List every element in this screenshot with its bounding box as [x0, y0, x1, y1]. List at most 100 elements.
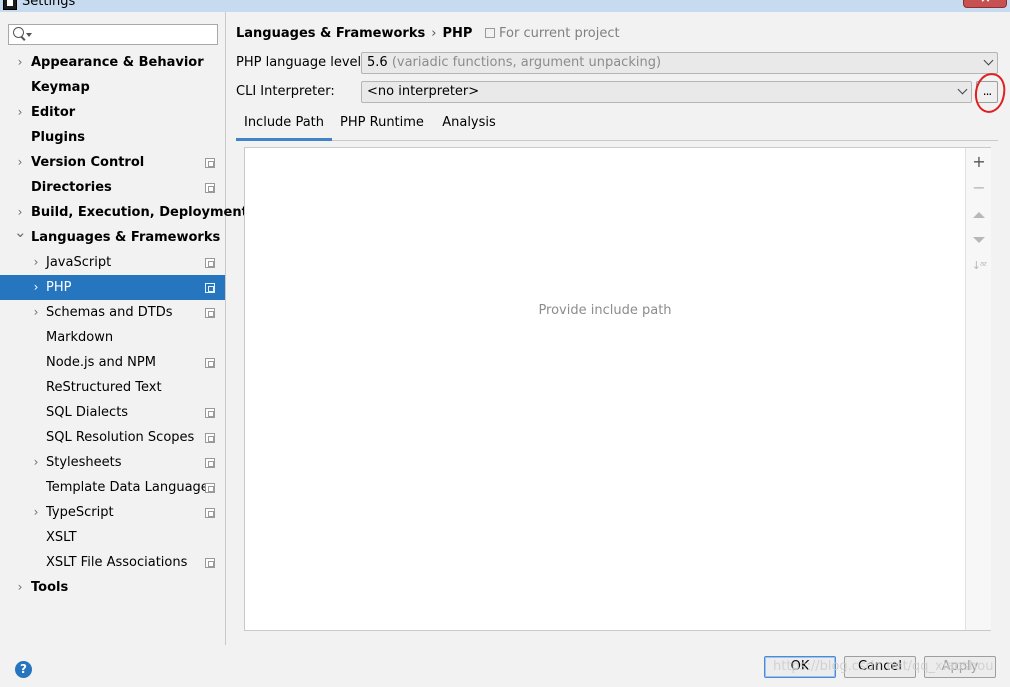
- sidebar-item-label: Schemas and DTDs: [46, 305, 173, 320]
- dialog-footer: ? OK Cancel Apply https://blog.csdn.net/…: [0, 645, 1010, 687]
- settings-sidebar: › Appearance & Behavior Keymap › Editor Plugi…: [0, 12, 248, 645]
- sidebar-item-xslt-file-associations[interactable]: XSLT File Associations: [0, 550, 225, 575]
- sidebar-item-directories[interactable]: Directories: [0, 175, 225, 200]
- sidebar-item-label: XSLT: [46, 530, 77, 545]
- chevron-right-icon[interactable]: ›: [30, 275, 42, 300]
- search-input[interactable]: [35, 26, 215, 43]
- breadcrumb-parent: Languages & Frameworks: [236, 26, 426, 41]
- cli-interpreter-select[interactable]: <no interpreter>: [361, 81, 972, 103]
- sidebar-item-editor[interactable]: › Editor: [0, 100, 225, 125]
- include-path-toolbar: + − ↓ᵃᶻ: [965, 148, 991, 630]
- sidebar-item-schemas-and-dtds[interactable]: › Schemas and DTDs: [0, 300, 225, 325]
- window-title: Settings: [22, 0, 76, 9]
- chevron-right-icon[interactable]: ›: [30, 450, 42, 475]
- sidebar-item-keymap[interactable]: Keymap: [0, 75, 225, 100]
- move-down-icon[interactable]: [966, 227, 992, 251]
- sidebar-item-label: JavaScript: [46, 255, 112, 270]
- breadcrumb-current: PHP: [442, 26, 473, 41]
- sidebar-item-label: PHP: [46, 280, 72, 295]
- sidebar-item-plugins[interactable]: Plugins: [0, 125, 225, 150]
- sidebar-item-label: Template Data Languages: [46, 480, 216, 495]
- chevron-down-icon: [957, 84, 968, 95]
- app-icon: [3, 0, 17, 10]
- sidebar-item-label: Markdown: [46, 330, 114, 345]
- window-close-button[interactable]: [963, 0, 1007, 8]
- chevron-right-icon[interactable]: ›: [30, 500, 42, 525]
- chevron-right-icon[interactable]: ›: [14, 200, 26, 225]
- project-scope-icon: [205, 258, 215, 268]
- sidebar-item-build-execution-deployment[interactable]: › Build, Execution, Deployment: [0, 200, 248, 225]
- search-icon: [13, 27, 24, 38]
- sort-icon[interactable]: ↓ᵃᶻ: [966, 252, 992, 276]
- chevron-right-icon[interactable]: ›: [14, 150, 26, 175]
- chevron-right-icon[interactable]: ›: [14, 575, 26, 600]
- chevron-right-icon[interactable]: ›: [30, 250, 42, 275]
- sidebar-item-xslt[interactable]: XSLT: [0, 525, 225, 550]
- chevron-right-icon[interactable]: ›: [14, 100, 26, 125]
- project-scope-icon: [205, 358, 215, 368]
- sidebar-item-label: Stylesheets: [46, 455, 122, 470]
- sidebar-item-typescript[interactable]: › TypeScript: [0, 500, 225, 525]
- tab-analysis[interactable]: Analysis: [440, 108, 498, 141]
- search-options-chevron-icon[interactable]: [26, 33, 32, 37]
- project-scope-icon: [205, 183, 215, 193]
- sidebar-item-php[interactable]: › PHP: [0, 275, 225, 300]
- project-scope-icon: [485, 28, 495, 38]
- sidebar-item-label: Version Control: [31, 155, 145, 170]
- sidebar-item-stylesheets[interactable]: › Stylesheets: [0, 450, 225, 475]
- project-scope-icon: [205, 283, 215, 293]
- php-language-level-hint: (variadic functions, argument unpacking): [391, 55, 662, 70]
- breadcrumb-separator: ›: [431, 26, 437, 41]
- sidebar-item-label: ReStructured Text: [46, 380, 162, 395]
- settings-search[interactable]: [8, 24, 218, 45]
- sidebar-item-node-js-and-npm[interactable]: Node.js and NPM: [0, 350, 225, 375]
- sidebar-item-label: XSLT File Associations: [46, 555, 188, 570]
- sidebar-item-label: Tools: [31, 580, 69, 595]
- sidebar-item-languages-frameworks[interactable]: ⌄ Languages & Frameworks: [0, 225, 225, 250]
- php-language-level-select[interactable]: 5.6 (variadic functions, argument unpack…: [361, 52, 998, 74]
- php-settings-page: Languages & Frameworks › PHP For current p…: [227, 12, 1010, 645]
- settings-tree: › Appearance & Behavior Keymap › Editor Plugi…: [0, 50, 248, 600]
- sidebar-item-label: Plugins: [31, 130, 85, 145]
- cli-interpreter-value: <no interpreter>: [367, 84, 480, 99]
- scope-hint-text: For current project: [499, 26, 620, 41]
- sidebar-item-appearance-behavior[interactable]: › Appearance & Behavior: [0, 50, 225, 75]
- sidebar-item-label: Build, Execution, Deployment: [31, 205, 248, 220]
- cli-interpreter-label: CLI Interpreter:: [236, 84, 335, 99]
- move-up-icon[interactable]: [966, 202, 992, 226]
- project-scope-icon: [205, 508, 215, 518]
- sidebar-item-label: Keymap: [31, 80, 90, 95]
- chevron-right-icon[interactable]: ›: [30, 300, 42, 325]
- sidebar-item-template-data-languages[interactable]: Template Data Languages: [0, 475, 225, 500]
- add-icon[interactable]: +: [966, 150, 992, 174]
- chevron-down-icon[interactable]: ⌄: [14, 225, 27, 250]
- sidebar-item-label: Directories: [31, 180, 112, 195]
- sidebar-item-javascript[interactable]: › JavaScript: [0, 250, 225, 275]
- tab-include-path[interactable]: Include Path: [236, 108, 332, 141]
- include-path-empty-text: Provide include path: [538, 303, 672, 318]
- sidebar-item-markdown[interactable]: Markdown: [0, 325, 225, 350]
- project-scope-icon: [205, 433, 215, 443]
- include-path-list[interactable]: Provide include path + − ↓ᵃᶻ: [244, 147, 991, 631]
- sidebar-item-restructured-text[interactable]: ReStructured Text: [0, 375, 225, 400]
- window-title-bar: Settings: [0, 0, 1010, 12]
- sidebar-item-sql-dialects[interactable]: SQL Dialects: [0, 400, 225, 425]
- php-settings-tabs: Include Path PHP Runtime Analysis: [236, 108, 998, 141]
- tab-php-runtime[interactable]: PHP Runtime: [340, 108, 424, 141]
- sidebar-item-version-control[interactable]: › Version Control: [0, 150, 225, 175]
- project-scope-icon: [205, 158, 215, 168]
- sidebar-item-label: Languages & Frameworks: [31, 230, 221, 245]
- project-scope-icon: [205, 558, 215, 568]
- project-scope-icon: [205, 408, 215, 418]
- sidebar-item-sql-resolution-scopes[interactable]: SQL Resolution Scopes: [0, 425, 225, 450]
- project-scope-icon: [205, 458, 215, 468]
- scope-hint: For current project: [485, 26, 620, 41]
- sidebar-item-label: SQL Resolution Scopes: [46, 430, 195, 445]
- help-button[interactable]: ?: [15, 661, 32, 678]
- sidebar-item-tools[interactable]: › Tools: [0, 575, 225, 600]
- watermark: https://blog.csdn.net/qq_xiaoshou: [773, 659, 994, 674]
- remove-icon[interactable]: −: [966, 176, 992, 200]
- chevron-right-icon[interactable]: ›: [14, 50, 26, 75]
- breadcrumb: Languages & Frameworks › PHP: [236, 26, 472, 41]
- sidebar-item-label: SQL Dialects: [46, 405, 129, 420]
